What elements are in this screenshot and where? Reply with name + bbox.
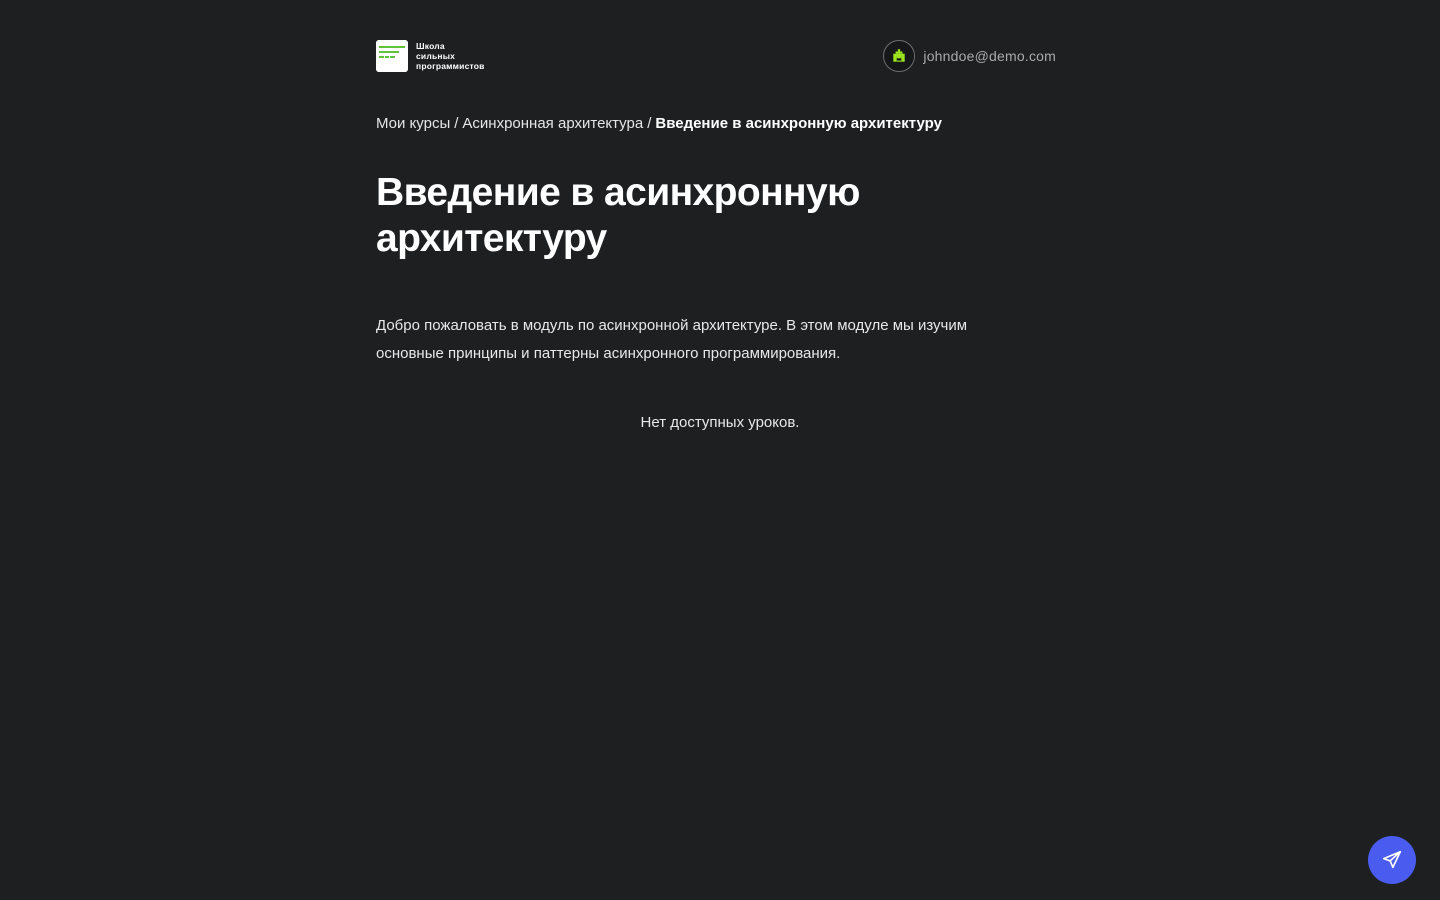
site-header: Школа сильных программистов johndoe@demo… bbox=[376, 0, 1056, 112]
empty-lessons-message: Нет доступных уроков. bbox=[640, 414, 800, 431]
breadcrumb-separator: / bbox=[647, 115, 652, 132]
logo-icon bbox=[376, 40, 408, 72]
breadcrumb-current: Введение в асинхронную архитектуру bbox=[655, 115, 942, 132]
breadcrumb-separator: / bbox=[454, 115, 459, 132]
breadcrumb: Мои курсы / Асинхронная архитектура / Введен… bbox=[376, 112, 1056, 136]
logo-line-2: сильных bbox=[416, 51, 456, 61]
logo-line-3: программистов bbox=[416, 61, 485, 71]
page: Школа сильных программистов johndoe@demo… bbox=[0, 0, 1440, 900]
user-menu[interactable]: johndoe@demo.com bbox=[883, 40, 1056, 72]
avatar[interactable] bbox=[883, 40, 916, 72]
logo-line-1: Школа bbox=[416, 41, 445, 51]
breadcrumb-link-my-courses[interactable]: Мои курсы bbox=[376, 115, 450, 132]
page-title: Введение в асинхронную архитектуру bbox=[376, 171, 860, 260]
user-email[interactable]: johndoe@demo.com bbox=[923, 48, 1056, 64]
pixel-house-icon bbox=[893, 49, 906, 62]
module-description: Добро пожаловать в модуль по асинхронной… bbox=[376, 317, 968, 362]
content-container: Школа сильных программистов johndoe@demo… bbox=[376, 0, 1056, 431]
logo-text: Школа сильных программистов bbox=[416, 41, 485, 71]
breadcrumb-link-course[interactable]: Асинхронная архитектура bbox=[462, 115, 643, 132]
paper-plane-icon bbox=[1382, 850, 1402, 869]
logo-link[interactable]: Школа сильных программистов bbox=[376, 40, 485, 72]
telegram-button[interactable] bbox=[1368, 836, 1416, 884]
